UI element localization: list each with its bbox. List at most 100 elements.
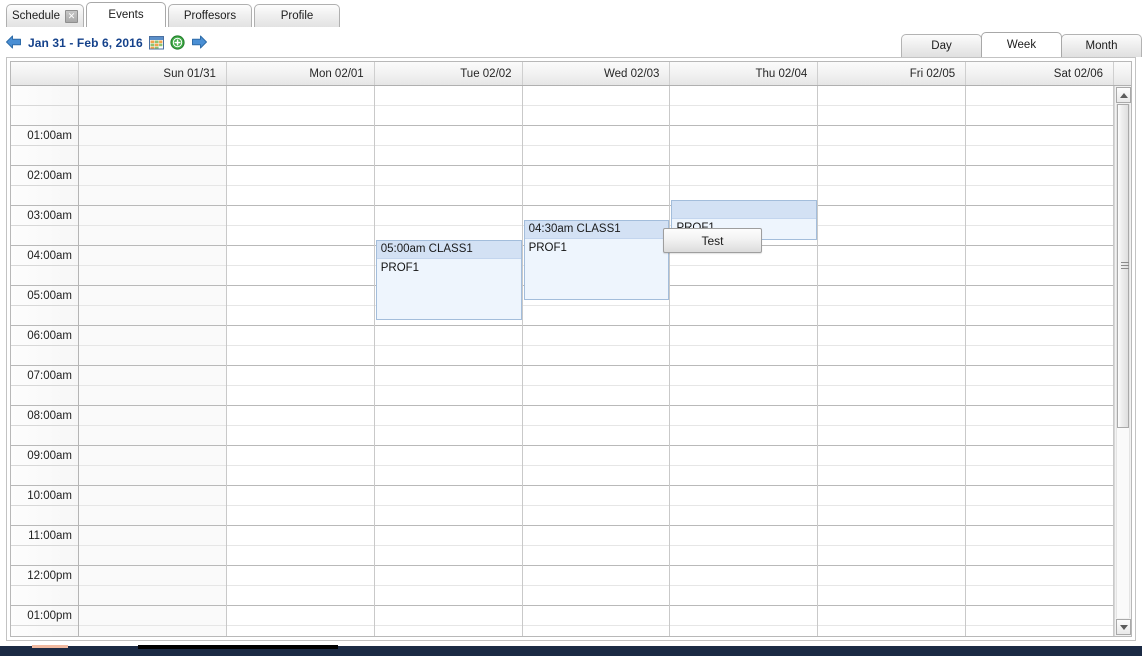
time-slot[interactable] <box>523 626 670 636</box>
time-slot[interactable] <box>79 586 226 606</box>
time-slot[interactable] <box>670 106 818 126</box>
time-slot[interactable] <box>79 326 226 346</box>
time-slot[interactable] <box>79 466 226 486</box>
time-slot[interactable] <box>966 466 1114 486</box>
time-slot[interactable] <box>522 486 670 506</box>
time-slot[interactable] <box>818 546 966 566</box>
time-slot[interactable] <box>79 546 226 566</box>
time-slot[interactable] <box>522 466 670 486</box>
time-slot[interactable] <box>226 606 374 626</box>
time-slot[interactable] <box>226 466 374 486</box>
time-slot[interactable] <box>966 446 1114 466</box>
time-slot[interactable] <box>966 286 1114 306</box>
time-slot[interactable] <box>670 326 818 346</box>
time-slot[interactable] <box>374 526 522 546</box>
time-slot[interactable] <box>226 366 374 386</box>
time-slot[interactable] <box>818 246 966 266</box>
time-slot[interactable] <box>226 306 374 326</box>
time-slot[interactable] <box>522 546 670 566</box>
time-slot[interactable] <box>227 626 374 636</box>
time-slot[interactable] <box>966 566 1114 586</box>
time-slot[interactable] <box>226 326 374 346</box>
time-slot[interactable] <box>79 486 226 506</box>
time-slot[interactable] <box>818 286 966 306</box>
time-slot[interactable] <box>670 626 817 636</box>
time-slot[interactable] <box>818 86 966 106</box>
time-slot[interactable] <box>79 626 226 636</box>
time-slot[interactable] <box>966 486 1114 506</box>
time-slot[interactable] <box>670 486 818 506</box>
time-slot[interactable] <box>966 606 1114 626</box>
time-slot[interactable] <box>374 606 522 626</box>
time-slot[interactable] <box>966 326 1114 346</box>
day-header-3[interactable]: Wed 02/03 <box>523 62 671 85</box>
time-slot[interactable] <box>226 406 374 426</box>
time-slot[interactable] <box>226 486 374 506</box>
right-arrow-icon[interactable] <box>191 35 208 50</box>
time-slot[interactable] <box>374 486 522 506</box>
add-circle-icon[interactable] <box>170 35 185 50</box>
time-slot[interactable] <box>818 566 966 586</box>
time-slot[interactable] <box>670 446 818 466</box>
time-slot[interactable] <box>522 346 670 366</box>
time-slot[interactable] <box>79 426 226 446</box>
time-slot[interactable] <box>818 266 966 286</box>
time-slot[interactable] <box>522 606 670 626</box>
time-slot[interactable] <box>522 566 670 586</box>
time-slot[interactable] <box>966 386 1114 406</box>
time-slot[interactable] <box>374 386 522 406</box>
time-slot[interactable] <box>375 626 522 636</box>
time-slot[interactable] <box>79 86 226 106</box>
time-slot[interactable] <box>226 386 374 406</box>
time-slot[interactable] <box>818 606 966 626</box>
day-header-0[interactable]: Sun 01/31 <box>79 62 227 85</box>
scrollbar-thumb[interactable] <box>1117 104 1129 428</box>
test-overlay-button[interactable]: Test <box>663 228 762 253</box>
tab-profile[interactable]: Profile <box>254 4 340 27</box>
time-slot[interactable] <box>818 166 966 186</box>
time-slot[interactable] <box>522 586 670 606</box>
time-slot[interactable] <box>522 326 670 346</box>
time-slot[interactable] <box>374 506 522 526</box>
time-slot[interactable] <box>522 106 670 126</box>
time-slot[interactable] <box>522 406 670 426</box>
time-slot[interactable] <box>226 286 374 306</box>
time-slot[interactable] <box>670 406 818 426</box>
time-slot[interactable] <box>670 286 818 306</box>
day-header-4[interactable]: Thu 02/04 <box>670 62 819 85</box>
day-header-2[interactable]: Tue 02/02 <box>375 62 523 85</box>
time-slot[interactable] <box>818 226 966 246</box>
time-slot[interactable] <box>818 306 966 326</box>
time-slot[interactable] <box>818 346 966 366</box>
left-arrow-icon[interactable] <box>5 35 22 50</box>
time-slot[interactable] <box>374 186 522 206</box>
time-slot[interactable] <box>79 406 226 426</box>
time-slot[interactable] <box>670 126 818 146</box>
tab-proffesors[interactable]: Proffesors <box>168 4 252 27</box>
day-header-6[interactable]: Sat 02/06 <box>966 62 1115 85</box>
view-button-week[interactable]: Week <box>981 32 1062 57</box>
time-slot[interactable] <box>79 186 226 206</box>
time-slot[interactable] <box>670 166 818 186</box>
time-slot[interactable] <box>818 126 966 146</box>
time-slot[interactable] <box>79 306 226 326</box>
time-slot[interactable] <box>226 186 374 206</box>
time-slot[interactable] <box>79 206 226 226</box>
time-slot[interactable] <box>966 186 1114 206</box>
time-slot[interactable] <box>79 566 226 586</box>
time-slot[interactable] <box>226 166 374 186</box>
time-slot[interactable] <box>670 386 818 406</box>
time-slot[interactable] <box>522 186 670 206</box>
time-slot[interactable] <box>522 126 670 146</box>
time-slot[interactable] <box>966 206 1114 226</box>
time-slot[interactable] <box>522 306 670 326</box>
time-slot[interactable] <box>966 426 1114 446</box>
time-slot[interactable] <box>966 86 1114 106</box>
time-slot[interactable] <box>374 586 522 606</box>
tab-events[interactable]: Events <box>86 2 166 27</box>
time-slot[interactable] <box>79 226 226 246</box>
time-slot[interactable] <box>966 106 1114 126</box>
time-slot[interactable] <box>966 146 1114 166</box>
time-slot[interactable] <box>966 626 1113 636</box>
time-slot[interactable] <box>374 346 522 366</box>
